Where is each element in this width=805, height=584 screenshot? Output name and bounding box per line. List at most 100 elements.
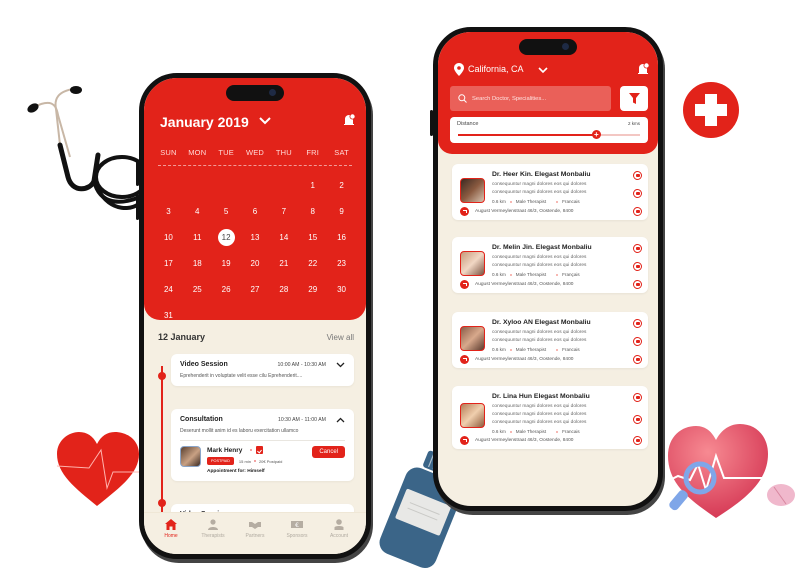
directions-icon xyxy=(460,280,469,289)
calendar-day[interactable]: 26 xyxy=(212,276,241,302)
calendar-day[interactable]: 11 xyxy=(183,224,212,250)
calendar-day[interactable]: 4 xyxy=(183,198,212,224)
calendar-day[interactable]: 27 xyxy=(241,276,270,302)
chevron-down-icon[interactable] xyxy=(336,362,345,368)
doctor-photo xyxy=(460,403,485,428)
calendar-day[interactable]: 5 xyxy=(212,198,241,224)
doctor-address-row[interactable]: August Vermeylenstraat 46/3, Oostende, 8… xyxy=(460,207,573,216)
tab-therapists[interactable]: Therapists xyxy=(192,519,234,554)
day-number: 6 xyxy=(252,206,258,216)
doctor-address-row[interactable]: August Vermeylenstraat 46/3, Oostende, 8… xyxy=(460,355,573,364)
calendar-day[interactable]: 7 xyxy=(269,198,298,224)
chat-icon[interactable] xyxy=(633,355,642,364)
doctor-card[interactable]: Dr. Melin Jin. Elegast Monbaliu consequun… xyxy=(452,237,648,293)
calendar-day-selected[interactable]: 12 xyxy=(212,224,241,250)
mail-icon[interactable] xyxy=(633,189,642,198)
calendar-day[interactable]: 30 xyxy=(327,276,356,302)
distance-slider[interactable]: + xyxy=(458,130,640,139)
chat-icon[interactable] xyxy=(633,207,642,216)
doctor-card[interactable]: Dr. Lina Hun Elegast Monbaliu consequuntu… xyxy=(452,386,648,449)
calendar-day[interactable]: 28 xyxy=(269,276,298,302)
tab-home[interactable]: Home xyxy=(150,519,192,554)
calendar-day[interactable]: 13 xyxy=(241,224,270,250)
calendar-day[interactable]: 21 xyxy=(269,250,298,276)
dynamic-island xyxy=(519,39,577,55)
search-field[interactable] xyxy=(450,86,611,111)
day-number: 14 xyxy=(279,232,289,242)
tab-partners[interactable]: Partners xyxy=(234,519,276,554)
doctor-address-row[interactable]: August Vermeylenstraat 46/3, Oostende, 8… xyxy=(460,436,573,445)
calendar-day[interactable]: 25 xyxy=(183,276,212,302)
calendar-day[interactable]: 23 xyxy=(327,250,356,276)
mail-icon[interactable] xyxy=(633,337,642,346)
day-number: 20 xyxy=(250,258,260,268)
distance-filter: Distance 2 kms + xyxy=(450,117,648,143)
calendar-day[interactable]: 2 xyxy=(327,172,356,198)
tab-sponsors[interactable]: € Sponsors xyxy=(276,519,318,554)
doctor-card[interactable]: Dr. Heer Kin. Elegast Monbaliu consequunt… xyxy=(452,164,648,220)
filter-button[interactable] xyxy=(620,86,648,111)
weekday-label: TUE xyxy=(218,148,234,157)
calendar-day[interactable]: 6 xyxy=(241,198,270,224)
weekday-label: SUN xyxy=(160,148,177,157)
calendar-day[interactable]: 29 xyxy=(298,276,327,302)
phone-icon[interactable] xyxy=(633,319,642,328)
day-number: 29 xyxy=(308,284,318,294)
calendar-day[interactable]: 9 xyxy=(327,198,356,224)
chat-icon[interactable] xyxy=(633,436,642,445)
calendar-day[interactable]: 16 xyxy=(327,224,356,250)
phone-icon[interactable] xyxy=(633,171,642,180)
cancel-button[interactable]: Cancel xyxy=(312,446,345,458)
calendar-day[interactable]: 3 xyxy=(154,198,183,224)
chat-icon[interactable] xyxy=(633,280,642,289)
doctor-meta: 0.6 km Male Therapist Français xyxy=(492,272,580,277)
weekday-label: FRI xyxy=(306,148,320,157)
tab-label: Home xyxy=(164,533,178,539)
phone-icon[interactable] xyxy=(633,393,642,402)
medical-cross-icon xyxy=(683,82,739,138)
mail-icon[interactable] xyxy=(633,414,642,424)
calendar-day[interactable]: 8 xyxy=(298,198,327,224)
calendar-day[interactable]: 31 xyxy=(154,302,183,328)
chevron-down-icon[interactable] xyxy=(538,67,548,74)
calendar-day[interactable]: 14 xyxy=(269,224,298,250)
calendar-day[interactable]: 18 xyxy=(183,250,212,276)
calendar-day[interactable]: 1 xyxy=(298,172,327,198)
patient-row: Mark Henry POSTPAID 15 min 20€ Postpaid … xyxy=(180,446,345,474)
session-card[interactable]: Video Session 10:00 AM - 10:30 AM Eprehe… xyxy=(171,354,354,386)
doctor-meta: 0.6 km Male Therapist Francais xyxy=(492,429,580,434)
session-card-expanded[interactable]: Consultation 10:30 AM - 11:00 AM Deserun… xyxy=(171,409,354,481)
calendar-day[interactable]: 19 xyxy=(212,250,241,276)
calendar-day[interactable]: 22 xyxy=(298,250,327,276)
search-input[interactable] xyxy=(472,95,602,102)
calendar-day[interactable]: 10 xyxy=(154,224,183,250)
bell-icon[interactable] xyxy=(636,62,650,76)
bell-icon[interactable] xyxy=(342,113,356,127)
calendar-day[interactable]: 24 xyxy=(154,276,183,302)
mail-icon[interactable] xyxy=(633,262,642,271)
location-pin-icon xyxy=(454,63,464,76)
chevron-up-icon[interactable] xyxy=(336,417,345,423)
doctor-address: August Vermeylenstraat 46/3, Oostende, 8… xyxy=(475,209,574,214)
day-number: 25 xyxy=(192,284,202,294)
weekday-label: THU xyxy=(275,148,292,157)
bottom-tab-bar: Home Therapists Partners € Sponsors Acco… xyxy=(144,512,366,554)
calendar-day[interactable]: 15 xyxy=(298,224,327,250)
tab-account[interactable]: Account xyxy=(318,519,360,554)
location-label[interactable]: California, CA xyxy=(468,64,524,74)
doctor-type: Male Therapist xyxy=(515,347,547,352)
view-all-link[interactable]: View all xyxy=(327,333,354,342)
phone-icon[interactable] xyxy=(633,244,642,253)
doctor-address-row[interactable]: August Vermeylenstraat 46/3, Oostende, 8… xyxy=(460,280,573,289)
day-number: 19 xyxy=(221,258,231,268)
slider-handle[interactable]: + xyxy=(591,130,601,139)
selected-date-title: 12 January xyxy=(158,332,206,342)
doctor-meta: 0.6 km Male Therapist Francais xyxy=(492,347,580,352)
session-duration: 15 min xyxy=(238,458,251,464)
doctor-card[interactable]: Dr. Xyloo AN Elegast Monbaliu consequuntu… xyxy=(452,312,648,368)
session-time: 10:30 AM - 11:00 AM xyxy=(277,416,326,423)
chevron-down-icon[interactable] xyxy=(258,116,272,126)
calendar-day[interactable]: 17 xyxy=(154,250,183,276)
calendar-day[interactable]: 20 xyxy=(241,250,270,276)
user-icon xyxy=(334,519,344,530)
